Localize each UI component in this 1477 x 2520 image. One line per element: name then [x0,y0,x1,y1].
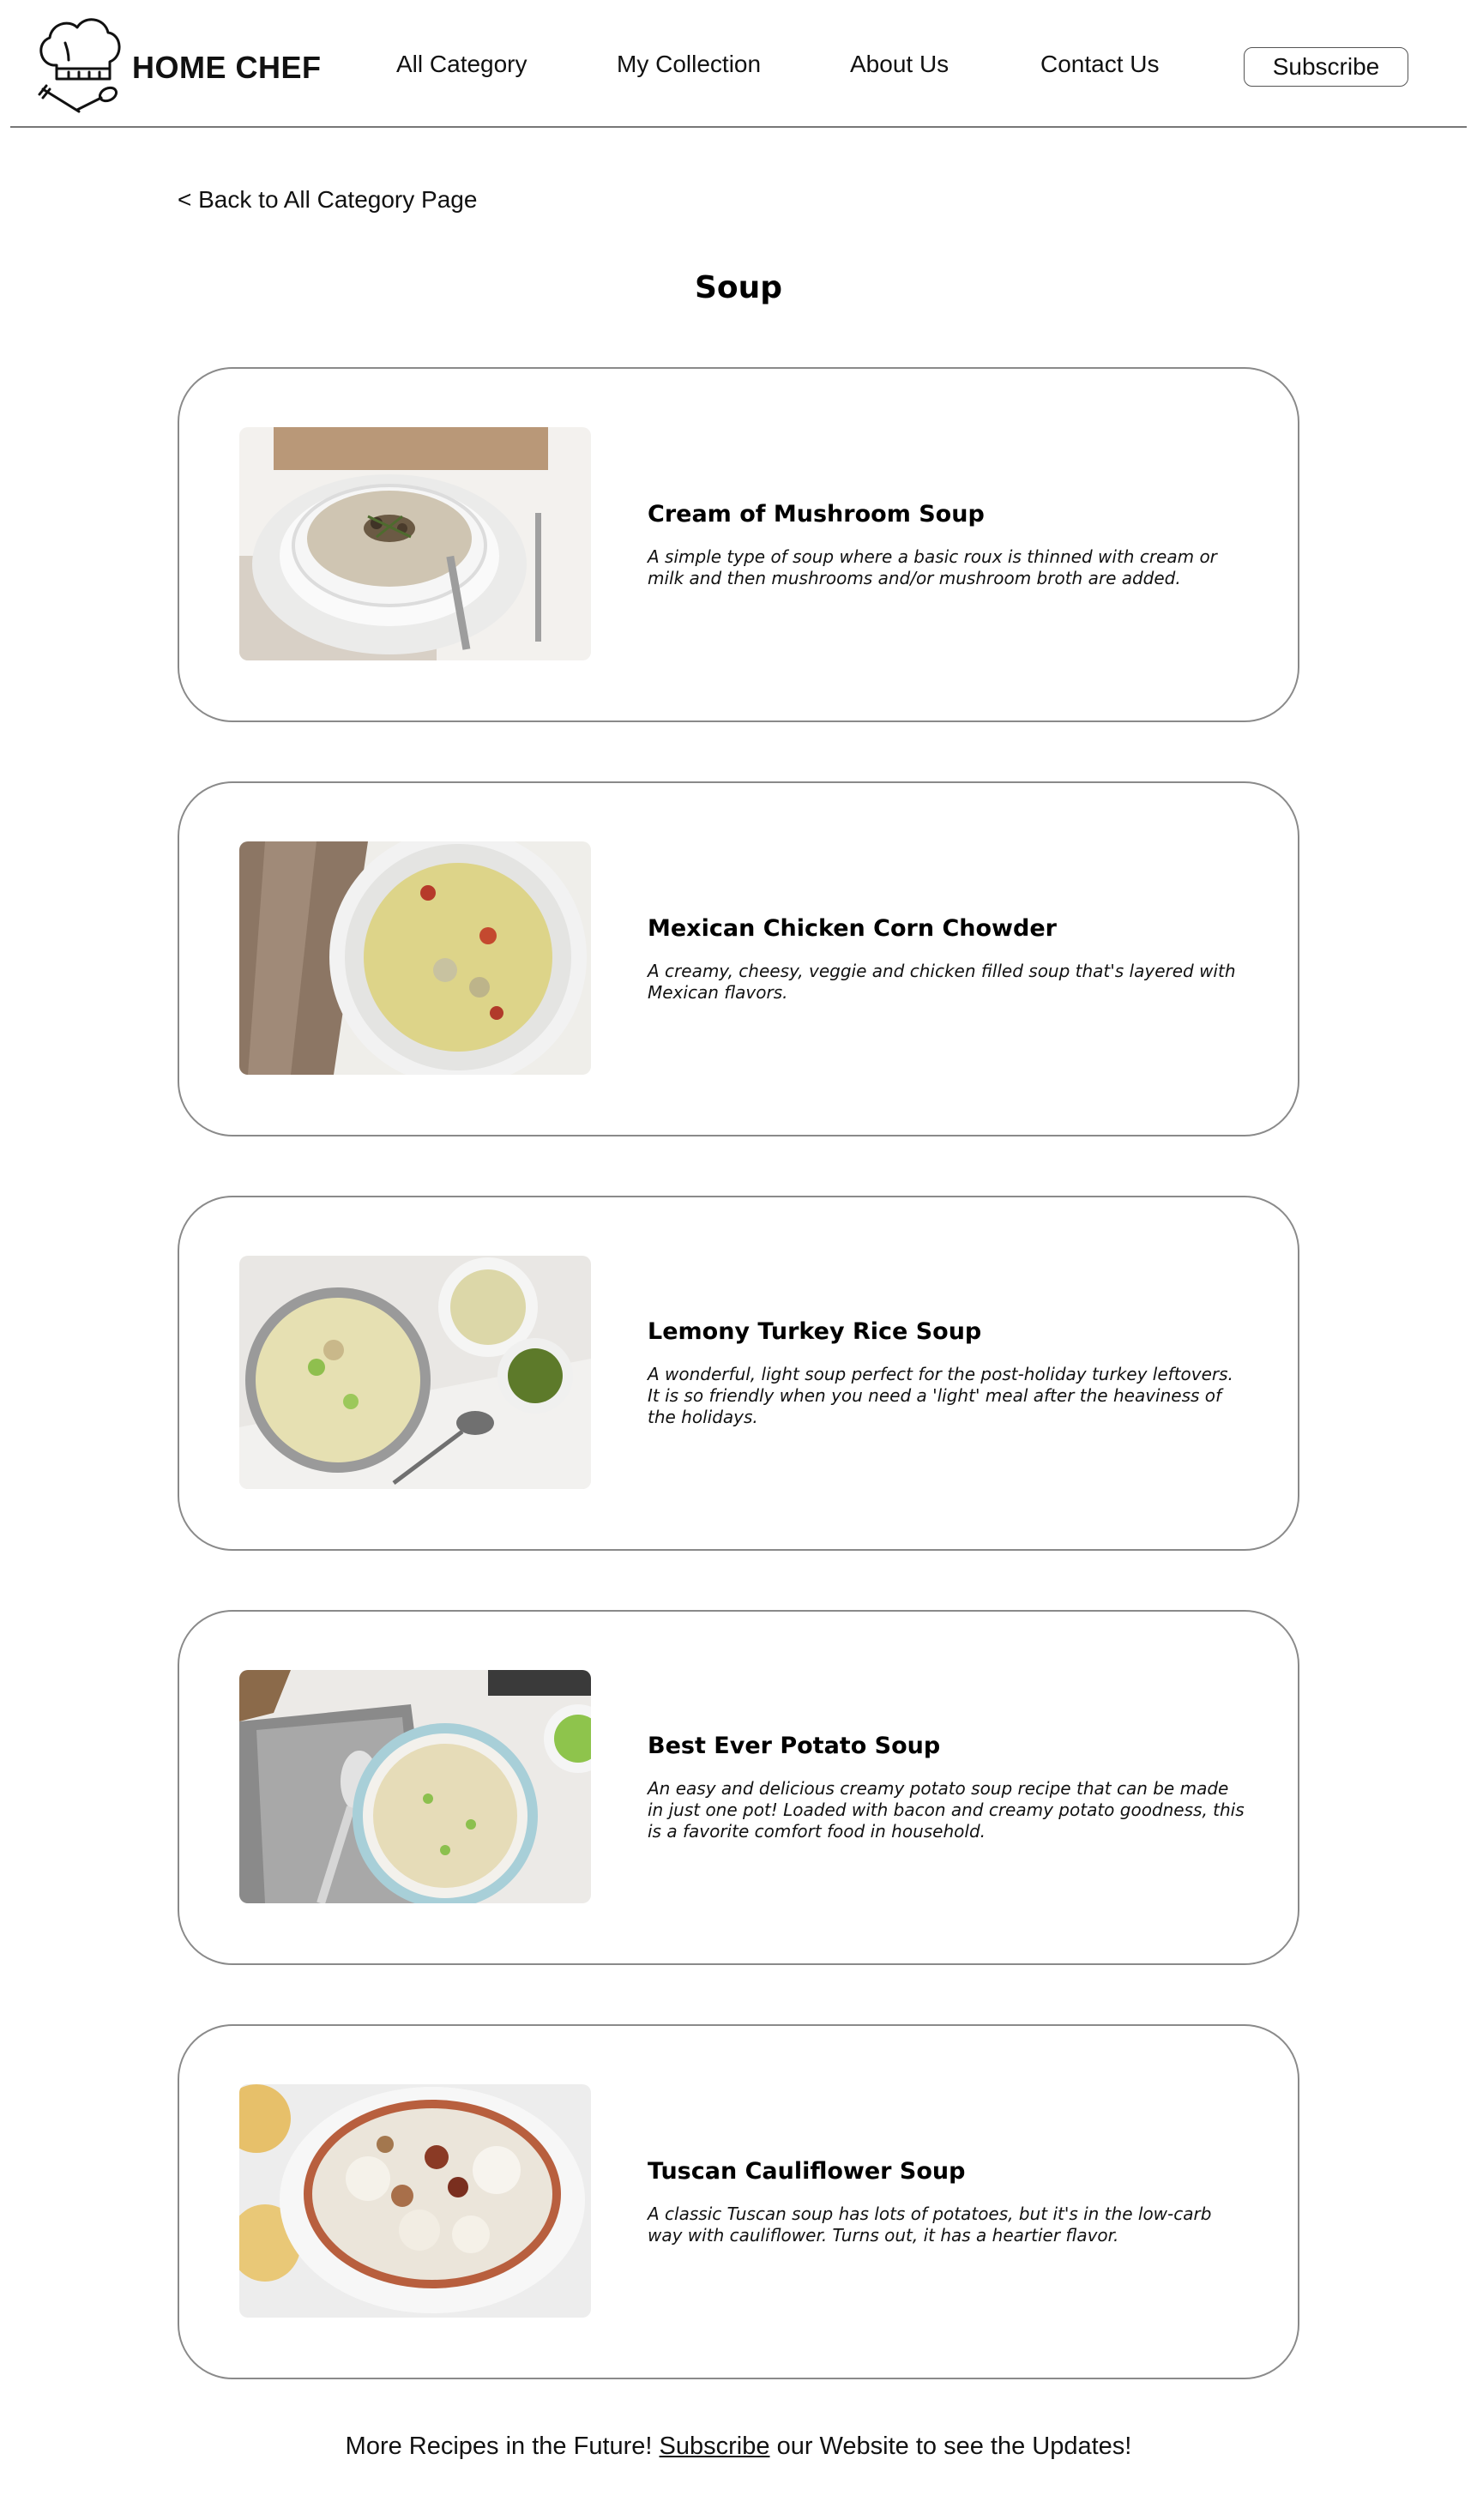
potato-soup-photo [239,1670,591,1903]
nav-contact-us[interactable]: Contact Us [1040,51,1160,78]
chef-hat-utensils-icon [38,18,121,113]
recipe-title: Cream of Mushroom Soup [648,500,985,528]
turkey-rice-soup-photo [239,1256,591,1489]
recipe-title: Mexican Chicken Corn Chowder [648,914,1057,942]
recipe-card-text: Cream of Mushroom Soup A simple type of … [648,369,1248,720]
recipe-card-text: Lemony Turkey Rice Soup A wonderful, lig… [648,1197,1248,1549]
subscribe-button[interactable]: Subscribe [1244,47,1408,87]
recipe-description: A classic Tuscan soup has lots of potato… [648,2203,1212,2246]
recipe-card-text: Tuscan Cauliflower Soup A classic Tuscan… [648,2026,1248,2378]
recipe-card[interactable]: Cream of Mushroom Soup A simple type of … [178,367,1299,722]
nav-my-collection[interactable]: My Collection [617,51,761,78]
recipe-card-text: Mexican Chicken Corn Chowder A creamy, c… [648,783,1248,1135]
recipe-card[interactable]: Mexican Chicken Corn Chowder A creamy, c… [178,781,1299,1136]
logo[interactable]: HOME CHEF [34,12,322,118]
site-header: HOME CHEF All Category My Collection Abo… [0,0,1477,129]
recipe-description: A simple type of soup where a basic roux… [648,546,1217,588]
page-title: Soup [694,270,783,305]
footer-text-after: our Website to see the Updates! [769,2433,1132,2460]
recipe-title: Best Ever Potato Soup [648,1733,941,1759]
footer-text-before: More Recipes in the Future! [345,2433,660,2460]
brand-name: HOME CHEF [132,50,322,85]
header-divider [10,126,1467,128]
recipe-card[interactable]: Tuscan Cauliflower Soup A classic Tuscan… [178,2024,1299,2379]
recipe-description: A creamy, cheesy, veggie and chicken fil… [648,960,1236,1003]
recipe-description: An easy and delicious creamy potato soup… [648,1778,1245,1842]
recipe-card-text: Best Ever Potato Soup An easy and delici… [648,1612,1248,1963]
cauliflower-soup-photo [239,2084,591,2318]
footer-message: More Recipes in the Future! Subscribe ou… [0,2433,1477,2461]
recipe-description: A wonderful, light soup perfect for the … [648,1364,1233,1427]
recipe-card[interactable]: Lemony Turkey Rice Soup A wonderful, lig… [178,1196,1299,1551]
corn-chowder-photo [239,841,591,1075]
footer-subscribe-link[interactable]: Subscribe [660,2433,770,2460]
recipe-card[interactable]: Best Ever Potato Soup An easy and delici… [178,1610,1299,1965]
back-to-category-link[interactable]: < Back to All Category Page [178,186,477,214]
mushroom-soup-photo [239,427,591,660]
nav-all-category[interactable]: All Category [396,51,528,78]
recipe-title: Tuscan Cauliflower Soup [648,2157,966,2185]
nav-about-us[interactable]: About Us [850,51,949,78]
recipe-title: Lemony Turkey Rice Soup [648,1318,982,1345]
